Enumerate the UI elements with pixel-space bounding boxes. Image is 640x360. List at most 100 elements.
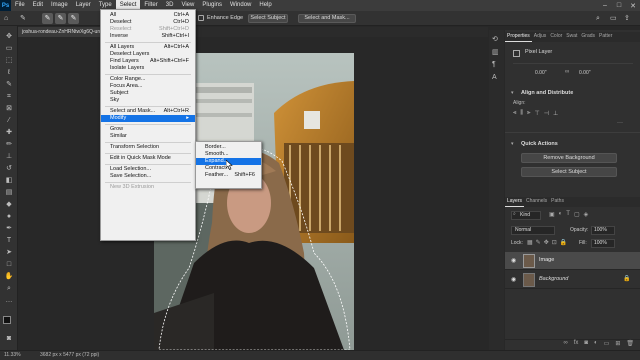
dodge-tool-icon[interactable]: ● [4,212,14,221]
type-filter-icon[interactable]: T [566,211,570,218]
select-menu-item-focus-area[interactable]: Focus Area... [101,83,195,90]
select-subject-button[interactable]: Select Subject [248,14,288,23]
layer-name[interactable]: Image [539,257,554,263]
layer-style-icon[interactable]: fx [574,340,579,350]
delete-layer-icon[interactable]: 🗑 [626,340,634,350]
libraries-panel-icon[interactable]: ▥ [492,48,499,56]
menu-file[interactable]: File [11,0,29,11]
home-icon[interactable]: ⌂ [4,14,14,23]
blend-mode-select[interactable]: Normal [511,226,555,235]
select-menu-item-similar[interactable]: Similar [101,133,195,140]
menu-plugins[interactable]: Plugins [198,0,226,11]
align-center-h-icon[interactable]: ⫼ [520,110,523,119]
select-menu-item-reselect[interactable]: Reselect Shift+Ctrl+D [101,26,195,33]
workspace-icon[interactable]: ▭ [610,14,619,23]
quick-mask-icon[interactable]: ◙ [4,334,14,343]
quick-selection-tool-icon[interactable]: ✎ [20,14,34,23]
new-layer-icon[interactable]: ⊞ [615,340,620,350]
select-menu-item-all[interactable]: All Ctrl+A [101,12,195,19]
pen-tool-icon[interactable]: ✒ [4,224,14,233]
fill-input[interactable]: 100% [591,239,615,248]
select-menu-item-transform-selection[interactable]: Transform Selection [101,144,195,151]
enhance-edge-checkbox[interactable] [198,15,204,21]
select-menu-item-load-selection[interactable]: Load Selection... [101,166,195,173]
move-tool-icon[interactable]: ✥ [4,32,14,41]
align-right-icon[interactable]: ⫸ [527,110,530,119]
link-icon[interactable]: ∞ [565,69,569,75]
visibility-eye-icon[interactable]: ◉ [511,257,516,264]
share-icon[interactable]: ⇪ [624,14,633,23]
align-top-icon[interactable]: ⊤ [535,110,540,119]
add-to-selection-icon[interactable]: ✎ [55,13,66,24]
foreground-color-swatch[interactable] [3,316,11,324]
gradient-tool-icon[interactable]: ▤ [4,188,14,197]
select-and-mask-button[interactable]: Select and Mask... [298,14,356,23]
remove-background-button[interactable]: Remove Background [521,153,617,163]
shape-filter-icon[interactable]: ▢ [574,211,580,218]
layer-row[interactable]: ◉ Background 🔒 [505,271,640,289]
y-value[interactable]: 0.00" [579,70,591,76]
select-menu-item-sky[interactable]: Sky [101,97,195,104]
maximize-icon[interactable]: □ [612,0,626,11]
tab-paths[interactable]: Paths [549,197,566,207]
align-left-icon[interactable]: ⫷ [513,110,516,119]
eyedropper-tool-icon[interactable]: ⁄ [4,116,14,125]
marquee-tool-icon[interactable]: ⬚ [4,56,14,65]
modify-menu-item-feather[interactable]: Feather... Shift+F6 [196,172,261,179]
pixel-filter-icon[interactable]: ▣ [549,211,555,218]
select-menu-item-subject[interactable]: Subject [101,90,195,97]
select-menu-item-modify[interactable]: Modify ▸ [101,115,195,122]
frame-tool-icon[interactable]: ⊠ [4,104,14,113]
hand-tool-icon[interactable]: ✋ [4,272,14,281]
minimize-icon[interactable]: – [598,0,612,11]
select-menu-item-all-layers[interactable]: All Layers Alt+Ctrl+A [101,44,195,51]
select-menu-item-save-selection[interactable]: Save Selection... [101,173,195,180]
layer-name[interactable]: Background [539,276,568,282]
collapse-align-icon[interactable]: ▾ [511,90,514,96]
tab-properties[interactable]: Properties [505,32,532,42]
select-menu-item-new-3d-extrusion[interactable]: New 3D Extrusion [101,184,195,191]
path-selection-tool-icon[interactable]: ➤ [4,248,14,257]
smart-filter-icon[interactable]: ◈ [584,211,589,218]
clone-stamp-tool-icon[interactable]: ⊥ [4,152,14,161]
lock-all-icon[interactable]: 🔒 [560,239,567,246]
x-value[interactable]: 0.00" [535,70,547,76]
history-panel-icon[interactable]: ⟲ [492,35,498,43]
select-subject-panel-button[interactable]: Select Subject [521,167,617,177]
search-icon[interactable]: ⌕ [596,14,605,23]
select-menu-item-deselect-layers[interactable]: Deselect Layers [101,51,195,58]
lock-brush-icon[interactable]: ✎ [536,239,541,246]
eraser-tool-icon[interactable]: ◧ [4,176,14,185]
lasso-tool-icon[interactable]: ℓ [4,68,14,77]
select-menu-item-deselect[interactable]: Deselect Ctrl+D [101,19,195,26]
tab-patterns[interactable]: Patter [597,32,614,42]
tab-adjustments[interactable]: Adjus [532,32,549,42]
menu-edit[interactable]: Edit [29,0,47,11]
modify-menu-item-smooth[interactable]: Smooth... [196,151,261,158]
rectangle-tool-icon[interactable]: □ [4,260,14,269]
crop-tool-icon[interactable]: ⌗ [4,92,14,101]
modify-menu-item-border[interactable]: Border... [196,144,261,151]
select-menu-item-select-and-mask[interactable]: Select and Mask... Alt+Ctrl+R [101,108,195,115]
artboard-tool-icon[interactable]: ▭ [4,44,14,53]
align-middle-icon[interactable]: ⊣ [544,110,549,119]
add-mask-icon[interactable]: ◙ [584,340,588,350]
tab-channels[interactable]: Channels [524,197,549,207]
document-tab[interactable]: joshua-rondeau-ZnHRNtwXg6Q-unspl... [18,27,100,37]
tab-gradients[interactable]: Grads [579,32,597,42]
blur-tool-icon[interactable]: ◆ [4,200,14,209]
history-brush-tool-icon[interactable]: ↺ [4,164,14,173]
more-options-icon[interactable]: ··· [617,120,623,126]
more-tools-icon[interactable]: … [4,296,14,305]
lock-artboard-icon[interactable]: ⊡ [552,239,557,246]
select-menu-item-find-layers[interactable]: Find Layers Alt+Shift+Ctrl+F [101,58,195,65]
select-menu-item-inverse[interactable]: Inverse Shift+Ctrl+I [101,33,195,40]
adjustment-filter-icon[interactable]: ◐ [559,211,563,218]
type-tool-icon[interactable]: T [4,236,14,245]
menu-help[interactable]: Help [255,0,275,11]
tab-color[interactable]: Color [548,32,564,42]
adjustment-layer-icon[interactable]: ◐ [594,340,598,350]
select-menu-item-color-range[interactable]: Color Range... [101,76,195,83]
brush-tool-icon[interactable]: ✏ [4,140,14,149]
character-panel-icon[interactable]: A [492,74,497,81]
